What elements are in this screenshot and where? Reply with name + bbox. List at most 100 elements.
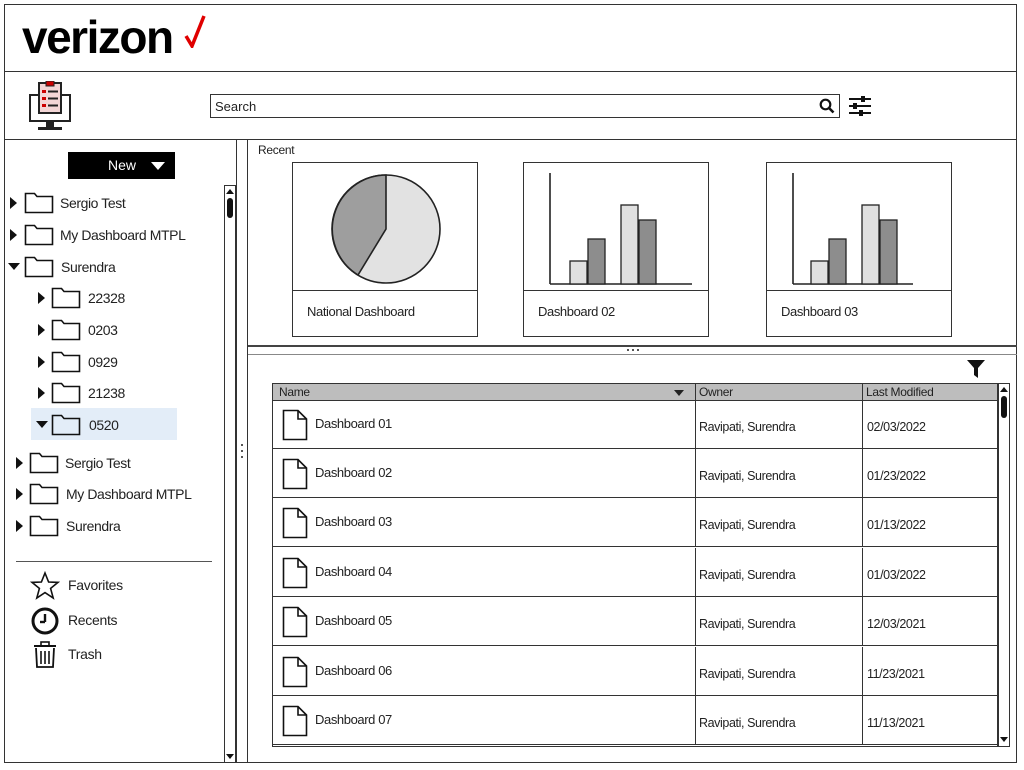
- tree-item[interactable]: Surendra: [0, 513, 220, 539]
- row-name[interactable]: Dashboard 01: [315, 416, 392, 431]
- row-name[interactable]: Dashboard 04: [315, 564, 392, 579]
- column-separator: [862, 548, 863, 597]
- document-icon: [282, 458, 308, 490]
- tree-item[interactable]: Sergio Test: [0, 190, 220, 216]
- table-row[interactable]: Dashboard 05 Ravipati, Surendra 12/03/2021: [273, 597, 997, 646]
- row-owner: Ravipati, Surendra: [699, 617, 796, 631]
- scroll-up-icon[interactable]: [1000, 387, 1008, 392]
- recent-list-splitter: [248, 345, 1017, 347]
- filter-icon[interactable]: [966, 359, 986, 379]
- column-separator: [695, 597, 696, 646]
- table-scrollbar[interactable]: [998, 383, 1010, 747]
- tree-item[interactable]: My Dashboard MTPL: [0, 222, 220, 248]
- caret-right-icon[interactable]: [16, 520, 23, 532]
- tree-item[interactable]: 0929: [0, 349, 220, 375]
- column-separator: [695, 449, 696, 498]
- document-icon: [282, 507, 308, 539]
- sidebar-divider: [16, 561, 212, 562]
- row-name[interactable]: Dashboard 06: [315, 663, 392, 678]
- row-last-modified: 02/03/2022: [867, 420, 926, 434]
- row-owner: Ravipati, Surendra: [699, 469, 796, 483]
- sliders-icon[interactable]: [848, 96, 872, 116]
- row-owner: Ravipati, Surendra: [699, 716, 796, 730]
- column-separator: [695, 400, 696, 449]
- tree-item-selected[interactable]: 0520: [0, 412, 220, 438]
- pie-chart-thumbnail: [293, 174, 477, 291]
- row-owner: Ravipati, Surendra: [699, 420, 796, 434]
- tree-item-label: 0929: [88, 354, 118, 370]
- splitter-handle[interactable]: [240, 444, 243, 460]
- column-header-owner[interactable]: Owner: [699, 385, 733, 399]
- table-row[interactable]: Dashboard 01 Ravipati, Surendra 02/03/2022: [273, 400, 997, 449]
- caret-right-icon[interactable]: [16, 488, 23, 500]
- search-input[interactable]: [211, 95, 810, 117]
- column-separator: [695, 384, 696, 400]
- column-separator: [695, 548, 696, 597]
- star-icon: [30, 571, 60, 600]
- table-scroll-thumb[interactable]: [1001, 396, 1007, 418]
- list-top-border: [248, 354, 1017, 355]
- column-separator: [862, 696, 863, 745]
- caret-right-icon[interactable]: [38, 292, 45, 304]
- tree-item-label: 22328: [88, 290, 125, 306]
- row-name[interactable]: Dashboard 07: [315, 712, 392, 727]
- tree-item[interactable]: 0203: [0, 317, 220, 343]
- row-name[interactable]: Dashboard 05: [315, 613, 392, 628]
- clock-icon: [31, 607, 59, 635]
- row-owner: Ravipati, Surendra: [699, 667, 796, 681]
- scroll-up-icon[interactable]: [226, 189, 234, 194]
- document-icon: [282, 606, 308, 638]
- document-icon: [282, 557, 308, 589]
- column-header-name[interactable]: Name: [279, 385, 310, 399]
- folder-icon: [29, 483, 59, 505]
- caret-right-icon[interactable]: [38, 324, 45, 336]
- folder-icon: [24, 256, 54, 278]
- search-box[interactable]: [210, 94, 840, 118]
- horizontal-splitter-handle[interactable]: [626, 348, 642, 352]
- table-row[interactable]: Dashboard 06 Ravipati, Surendra 11/23/2021: [273, 647, 997, 696]
- document-icon: [282, 409, 308, 441]
- scroll-down-icon[interactable]: [226, 754, 234, 759]
- recent-card-national-dashboard[interactable]: National Dashboard: [292, 162, 478, 337]
- sidebar-scroll-thumb[interactable]: [227, 198, 233, 218]
- column-header-last-modified[interactable]: Last Modified: [866, 385, 934, 399]
- column-separator: [695, 647, 696, 696]
- caret-right-icon[interactable]: [10, 229, 17, 241]
- table-row[interactable]: Dashboard 07 Ravipati, Surendra 11/13/2021: [273, 696, 997, 745]
- folder-icon: [29, 452, 59, 474]
- scroll-down-icon[interactable]: [1000, 737, 1008, 742]
- table-row[interactable]: Dashboard 03 Ravipati, Surendra 01/13/2022: [273, 498, 997, 547]
- caret-down-icon[interactable]: [8, 263, 20, 270]
- tree-item[interactable]: 21238: [0, 380, 220, 406]
- caret-right-icon[interactable]: [38, 356, 45, 368]
- row-last-modified: 12/03/2021: [867, 617, 926, 631]
- tree-item[interactable]: Surendra: [0, 254, 220, 280]
- tree-item[interactable]: 22328: [0, 285, 220, 311]
- folder-icon: [51, 382, 81, 404]
- search-icon[interactable]: [819, 98, 835, 114]
- nav-favorites-label: Favorites: [68, 577, 123, 593]
- new-button[interactable]: New: [68, 152, 175, 179]
- caret-right-icon[interactable]: [38, 387, 45, 399]
- chevron-down-icon: [151, 162, 165, 170]
- sort-caret-icon[interactable]: [674, 390, 684, 396]
- table-row[interactable]: Dashboard 02 Ravipati, Surendra 01/23/2022: [273, 449, 997, 498]
- table-row[interactable]: Dashboard 04 Ravipati, Surendra 01/03/2022: [273, 548, 997, 597]
- recent-card-dashboard-02[interactable]: Dashboard 02: [523, 162, 709, 337]
- sidebar-scrollbar[interactable]: [224, 185, 236, 763]
- recent-card-title: Dashboard 03: [781, 304, 858, 319]
- recent-card-dashboard-03[interactable]: Dashboard 03: [766, 162, 952, 337]
- tree-item[interactable]: Sergio Test: [0, 450, 220, 476]
- folder-icon: [24, 192, 54, 214]
- tree-item[interactable]: My Dashboard MTPL: [0, 481, 220, 507]
- column-separator: [695, 696, 696, 745]
- column-separator: [862, 400, 863, 449]
- row-last-modified: 11/13/2021: [867, 716, 925, 730]
- row-name[interactable]: Dashboard 03: [315, 514, 392, 529]
- recent-card-title: Dashboard 02: [538, 304, 615, 319]
- tree-item-label: My Dashboard MTPL: [60, 227, 186, 243]
- caret-right-icon[interactable]: [16, 457, 23, 469]
- caret-right-icon[interactable]: [10, 197, 17, 209]
- caret-down-icon[interactable]: [36, 421, 48, 428]
- row-name[interactable]: Dashboard 02: [315, 465, 392, 480]
